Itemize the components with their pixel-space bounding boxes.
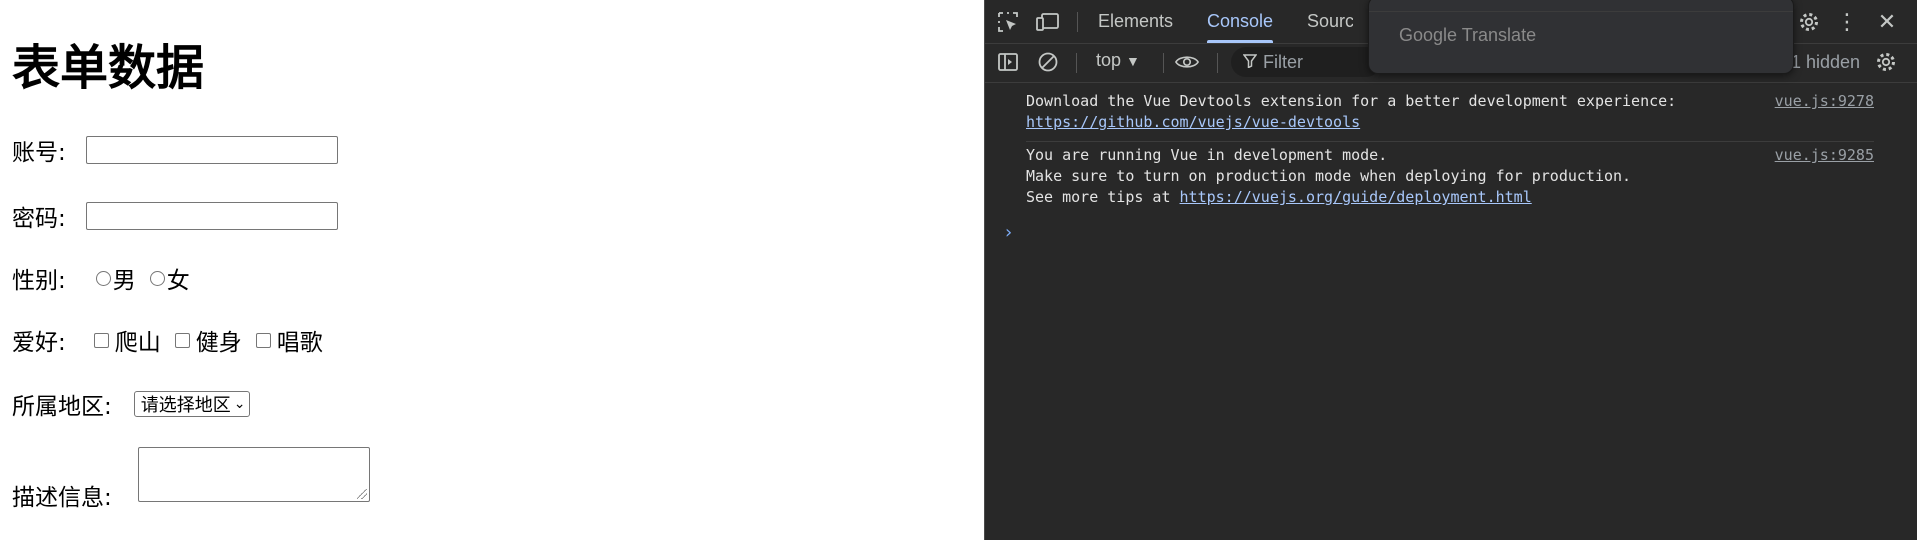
console-message-link[interactable]: https://vuejs.org/guide/deployment.html [1180,188,1532,206]
resize-handle-icon[interactable] [357,489,367,499]
gender-option-label: 男 [112,268,136,294]
console-message-link[interactable]: https://github.com/vuejs/vue-devtools [1026,113,1360,131]
gender-radio-female[interactable] [149,270,165,286]
console-settings-icon[interactable] [1874,50,1898,74]
account-row: 账号: [12,133,338,167]
password-row: 密码: [12,199,338,233]
google-translate-popup[interactable]: Google Translate [1368,0,1794,74]
tab-sources[interactable]: Sources [1307,0,1353,43]
console-message-source[interactable]: vue.js:9278 [1775,91,1874,112]
hobby-checkbox-singing[interactable] [255,332,271,348]
gender-option-female[interactable]: 女 [149,261,190,295]
hobby-option-climbing[interactable]: 爬山 [93,323,161,357]
gender-radio-male[interactable] [95,270,111,286]
console-message: You are running Vue in development mode.… [1026,145,1917,208]
page-content: 表单数据 账号: 密码: 性别: 男 女 爱好: 爬山 健身 唱歌 所属地区: … [0,0,984,540]
account-label: 账号: [12,140,66,166]
close-icon[interactable]: ✕ [1875,10,1899,35]
hobby-option-label: 健身 [195,330,242,356]
gender-option-male[interactable]: 男 [95,261,136,295]
region-select[interactable]: 请选择地区 ⌄ [133,391,251,417]
description-row: 描述信息: [12,478,112,512]
hobby-option-label: 唱歌 [276,330,323,356]
hidden-messages-count[interactable]: 1 hidden [1791,52,1860,73]
tab-elements[interactable]: Elements [1098,0,1173,43]
hobby-option-fitness[interactable]: 健身 [174,323,242,357]
chevron-down-icon: ⌄ [233,396,246,412]
region-label: 所属地区: [12,394,112,420]
console-output: Download the Vue Devtools extension for … [985,83,1917,540]
page-title: 表单数据 [12,40,205,96]
filter-icon [1242,52,1258,73]
hobby-option-label: 爬山 [114,330,161,356]
account-input[interactable] [85,136,338,164]
more-icon[interactable]: ⋮ [1835,10,1859,35]
settings-icon[interactable] [1797,10,1821,34]
context-selector[interactable]: top ▼ [1096,50,1140,71]
hobby-row: 爱好: 爬山 健身 唱歌 [12,323,337,357]
description-label: 描述信息: [12,485,112,511]
console-message-text: See more tips at [1026,188,1180,206]
gender-option-label: 女 [166,268,190,294]
device-toolbar-icon[interactable] [1036,10,1060,34]
hobby-label: 爱好: [12,330,66,356]
context-selector-label: top [1096,50,1122,70]
toolbar-separator [1217,53,1218,73]
console-message: Download the Vue Devtools extension for … [1026,91,1917,133]
console-prompt[interactable]: › [1003,222,1014,243]
toolbar-separator [1163,53,1164,73]
password-input[interactable] [85,202,338,230]
region-row: 所属地区: 请选择地区 ⌄ [12,387,251,421]
filter-placeholder: Filter [1263,51,1303,72]
toolbar-separator [1076,53,1077,73]
eye-icon[interactable] [1175,50,1199,74]
gender-row: 性别: 男 女 [12,261,204,295]
console-message-text: Make sure to turn on production mode whe… [1026,167,1632,185]
gender-label: 性别: [12,268,66,294]
inspect-icon[interactable] [996,10,1020,34]
devtools-panel: Elements Console Sources ⋮ ✕ top ▼ Fi [984,0,1917,540]
tab-separator [1077,12,1078,32]
password-label: 密码: [12,206,66,232]
google-translate-label: Google Translate [1399,25,1537,45]
hobby-checkbox-fitness[interactable] [174,332,190,348]
message-divider [1026,141,1874,142]
hobby-option-singing[interactable]: 唱歌 [255,323,323,357]
description-textarea[interactable] [138,447,370,502]
tab-console[interactable]: Console [1207,0,1274,43]
popup-top-bar [1369,1,1793,12]
console-message-source[interactable]: vue.js:9285 [1775,145,1874,166]
region-select-value: 请选择地区 [140,395,231,416]
dropdown-arrow-icon: ▼ [1126,53,1140,69]
hobby-checkbox-climbing[interactable] [93,332,109,348]
sidebar-icon[interactable] [996,50,1020,74]
filter-input[interactable]: Filter [1231,47,1381,77]
clear-console-icon[interactable] [1036,50,1060,74]
